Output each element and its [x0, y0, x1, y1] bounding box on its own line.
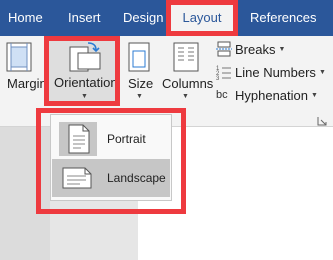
margins-label: Margins — [7, 76, 54, 91]
tab-references[interactable]: References — [250, 0, 316, 36]
columns-icon — [173, 42, 199, 72]
orientation-button[interactable]: Orientation ▼ — [48, 40, 118, 104]
size-label: Size — [128, 76, 154, 91]
menu-item-landscape[interactable]: Landscape — [52, 159, 170, 197]
line-numbers-icon: 123 — [216, 64, 232, 82]
orientation-icon — [69, 42, 101, 72]
tab-design[interactable]: Design — [123, 0, 163, 36]
tab-home[interactable]: Home — [8, 0, 43, 36]
size-icon — [128, 42, 150, 72]
orientation-label: Orientation — [54, 75, 118, 90]
menu-item-label: Portrait — [107, 132, 146, 146]
hyphenation-icon-text: bc — [216, 89, 228, 101]
menu-item-label: Landscape — [107, 171, 166, 185]
menu-item-portrait[interactable]: Portrait — [52, 120, 170, 158]
chevron-down-icon: ▼ — [278, 45, 286, 53]
chevron-down-icon: ▼ — [311, 91, 318, 99]
hyphenation-icon: bc — [216, 87, 232, 103]
chevron-down-icon: ▼ — [81, 93, 88, 100]
navigation-strip — [0, 127, 50, 260]
margins-button[interactable]: Margins — [0, 40, 53, 106]
dialog-launcher-icon[interactable] — [317, 113, 327, 126]
svg-text:3: 3 — [216, 76, 220, 80]
portrait-page-icon — [68, 124, 90, 154]
chevron-down-icon: ▼ — [318, 68, 326, 76]
breaks-label: Breaks — [235, 41, 276, 57]
breaks-icon — [216, 41, 232, 57]
chevron-down-icon: ▼ — [136, 93, 143, 100]
columns-button[interactable]: Columns ▼ — [158, 40, 214, 106]
line-numbers-label: Line Numbers — [235, 64, 316, 80]
tab-insert[interactable]: Insert — [68, 0, 101, 36]
breaks-button[interactable]: Breaks ▼ — [216, 40, 285, 58]
columns-label: Columns — [162, 76, 214, 91]
landscape-page-icon — [62, 167, 92, 189]
orientation-dropdown-menu: Portrait Landscape — [50, 114, 172, 201]
ribbon-tab-bar: Home Insert Design Layout References — [0, 0, 333, 36]
line-numbers-button[interactable]: 123 Line Numbers ▼ — [216, 63, 326, 83]
chevron-down-icon: ▼ — [182, 93, 189, 100]
size-button[interactable]: Size ▼ — [124, 40, 154, 106]
hyphenation-label: Hyphenation — [235, 87, 308, 103]
hyphenation-button[interactable]: bc Hyphenation ▼ — [216, 86, 318, 104]
tab-layout[interactable]: Layout — [170, 0, 234, 36]
margins-icon — [6, 42, 32, 72]
